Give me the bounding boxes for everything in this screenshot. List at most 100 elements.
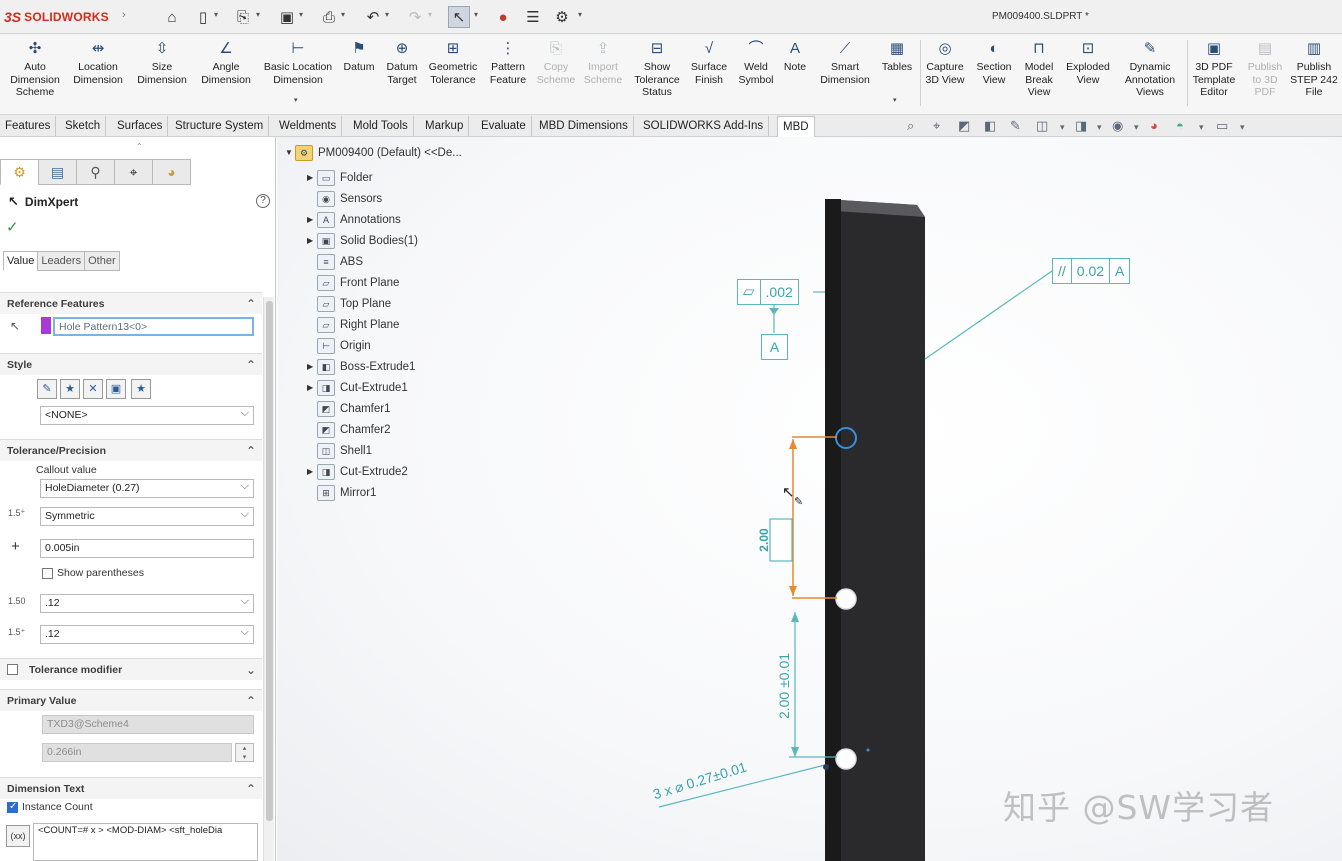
dimension-text-editor[interactable]: <COUNT=# x > <MOD-DIAM> <sft_holeDia bbox=[33, 823, 258, 861]
collapse-chevron-icon[interactable]: ⌃ bbox=[246, 440, 256, 462]
ok-check-button[interactable]: ✓ bbox=[6, 218, 19, 236]
tab-other[interactable]: Other bbox=[84, 251, 120, 271]
zoom-to-fit-icon[interactable]: ⌕ bbox=[907, 118, 914, 134]
dimension-text-header[interactable]: Dimension Text ⌃ bbox=[0, 777, 262, 799]
open-icon[interactable]: ⎘ bbox=[232, 6, 254, 28]
menu-expand-icon[interactable]: › bbox=[122, 9, 126, 21]
file-properties-icon[interactable]: ☰ bbox=[522, 6, 544, 28]
plus-tolerance-input[interactable]: 0.005in bbox=[40, 539, 254, 558]
tolerance-modifier-header[interactable]: Tolerance modifier ⌄ bbox=[0, 658, 262, 680]
tab-features[interactable]: Features bbox=[0, 116, 57, 136]
expand-chevron-icon[interactable]: ⌄ bbox=[246, 659, 256, 681]
undo-icon[interactable]: ↶ bbox=[362, 6, 384, 28]
primary-value-header[interactable]: Primary Value ⌃ bbox=[0, 689, 262, 711]
configuration-manager-tab[interactable]: ⚲ bbox=[76, 159, 115, 185]
collapse-chevron-icon[interactable]: ⌃ bbox=[246, 354, 256, 376]
redo-dropdown-icon[interactable]: ▾ bbox=[428, 10, 432, 19]
ribbon-button-auto-dimension[interactable]: ✣ Auto Dimension Scheme bbox=[0, 38, 70, 99]
zoom-to-area-icon[interactable]: ⌖ bbox=[933, 118, 940, 134]
ribbon-dropdown-icon[interactable]: ▾ bbox=[893, 96, 897, 104]
view-orientation-icon[interactable]: ◫ bbox=[1036, 118, 1048, 134]
tab-weldments[interactable]: Weldments bbox=[274, 116, 343, 136]
display-style-icon[interactable]: ◨ bbox=[1075, 118, 1087, 134]
open-dropdown-icon[interactable]: ▾ bbox=[256, 10, 260, 19]
flatness-control-frame[interactable]: ▱ .002 bbox=[737, 279, 799, 305]
new-dropdown-icon[interactable]: ▾ bbox=[214, 10, 218, 19]
tab-mbd[interactable]: MBD bbox=[777, 116, 815, 137]
appearance-icon[interactable]: ◕ bbox=[1150, 118, 1158, 133]
tab-value[interactable]: Value bbox=[3, 251, 39, 271]
tolerance-type-select[interactable]: Symmetric bbox=[40, 506, 254, 526]
ribbon-button-dynamic-annotation[interactable]: ✎ Dynamic Annotation Views bbox=[1115, 38, 1185, 99]
help-icon[interactable]: ? bbox=[256, 194, 270, 208]
home-icon[interactable]: ⌂ bbox=[161, 6, 183, 28]
datum-a-feature[interactable]: A bbox=[761, 334, 788, 360]
ribbon-button-location-dimension[interactable]: ⇹ Location Dimension bbox=[63, 38, 133, 86]
tolerance-precision-header[interactable]: Tolerance/Precision ⌃ bbox=[0, 439, 262, 461]
new-document-icon[interactable]: ▯ bbox=[192, 6, 214, 28]
collapse-chevron-icon[interactable]: ⌃ bbox=[246, 778, 256, 800]
reference-features-list[interactable]: Hole Pattern13<0> bbox=[53, 317, 254, 336]
select-dropdown-icon[interactable]: ▾ bbox=[474, 10, 478, 19]
dimxpert-origin-tab[interactable]: ⌖ bbox=[114, 159, 153, 185]
print-dropdown-icon[interactable]: ▾ bbox=[341, 10, 345, 19]
tab-surfaces[interactable]: Surfaces bbox=[112, 116, 169, 136]
view-settings-dropdown-icon[interactable]: ▾ bbox=[1240, 122, 1245, 133]
add-parameter-icon[interactable]: (xx) bbox=[6, 825, 30, 847]
solidworks-logo[interactable]: 3S SOLIDWORKS bbox=[4, 8, 109, 26]
dimxpert-manager-tab[interactable]: ⚙ bbox=[0, 159, 39, 185]
property-manager-tab[interactable]: ▤ bbox=[38, 159, 77, 185]
display-manager-tab[interactable]: ◕ bbox=[152, 159, 191, 185]
primary-value-input[interactable]: 0.266in bbox=[42, 743, 232, 762]
hide-show-dropdown-icon[interactable]: ▾ bbox=[1134, 122, 1139, 133]
active-dim-text[interactable]: 2.00 bbox=[757, 500, 773, 580]
ribbon-button-publish-step[interactable]: ▥ Publish STEP 242 File bbox=[1279, 38, 1342, 99]
options-gear-icon[interactable]: ⚙ bbox=[551, 6, 573, 28]
delete-style-icon[interactable]: ✕ bbox=[83, 379, 103, 399]
view-orientation-dropdown-icon[interactable]: ▾ bbox=[1060, 122, 1065, 133]
view-settings-icon[interactable]: ▭ bbox=[1216, 118, 1228, 134]
value-spinner[interactable]: ▴ ▾ bbox=[235, 743, 254, 762]
tolerance-precision-select[interactable]: .12 bbox=[40, 624, 254, 644]
ribbon-button-exploded-view[interactable]: ⊡ Exploded View bbox=[1053, 38, 1123, 86]
save-icon[interactable]: ▣ bbox=[276, 6, 298, 28]
tab-mold-tools[interactable]: Mold Tools bbox=[348, 116, 414, 136]
ribbon-button-size-dimension[interactable]: ⇳ Size Dimension bbox=[127, 38, 197, 86]
select-cursor-icon[interactable]: ↖ bbox=[448, 6, 470, 28]
section-view-hud-icon[interactable]: ◧ bbox=[984, 118, 996, 134]
reference-features-header[interactable]: Reference Features ⌃ bbox=[0, 292, 262, 314]
tab-solidworks-add-ins[interactable]: SOLIDWORKS Add-Ins bbox=[638, 116, 770, 136]
collapse-chevron-icon[interactable]: ⌃ bbox=[246, 293, 256, 315]
redo-icon[interactable]: ↷ bbox=[404, 6, 426, 28]
scene-dropdown-icon[interactable]: ▾ bbox=[1199, 122, 1204, 133]
load-style-icon[interactable]: ★ bbox=[131, 379, 151, 399]
instance-count-checkbox[interactable] bbox=[7, 801, 18, 813]
scene-icon[interactable]: ◓ bbox=[1176, 118, 1184, 133]
tolerance-modifier-checkbox[interactable] bbox=[7, 664, 18, 675]
previous-view-icon[interactable]: ◩ bbox=[958, 118, 970, 134]
scrollbar-thumb[interactable] bbox=[266, 301, 273, 821]
active-dim-text-box[interactable] bbox=[769, 518, 793, 562]
panel-grip-icon[interactable]: ⌃ bbox=[136, 142, 143, 151]
tab-leaders[interactable]: Leaders bbox=[37, 251, 86, 271]
ribbon-button-angle-dimension[interactable]: ∠ Angle Dimension bbox=[191, 38, 261, 86]
undo-dropdown-icon[interactable]: ▾ bbox=[385, 10, 389, 19]
style-header[interactable]: Style ⌃ bbox=[0, 353, 262, 375]
primary-precision-select[interactable]: .12 bbox=[40, 593, 254, 613]
print-icon[interactable]: ⎙ bbox=[318, 6, 340, 28]
tab-structure-system[interactable]: Structure System bbox=[170, 116, 270, 136]
style-select[interactable]: <NONE> bbox=[40, 405, 254, 425]
panel-scrollbar[interactable] bbox=[263, 297, 274, 861]
hole-2[interactable] bbox=[835, 588, 857, 610]
graphics-area[interactable]: ▼ ⚙ PM009400 (Default) <<De... ▶ ▭ Folder ◉ Sen… bbox=[277, 137, 1342, 861]
callout-value-select[interactable]: HoleDiameter (0.27) bbox=[40, 478, 254, 498]
display-style-dropdown-icon[interactable]: ▾ bbox=[1097, 122, 1102, 133]
apply-style-icon[interactable]: ✎ bbox=[37, 379, 57, 399]
parallelism-control-frame[interactable]: // 0.02 A bbox=[1052, 258, 1131, 284]
hide-show-items-icon[interactable]: ◉ bbox=[1112, 118, 1123, 134]
collapse-chevron-icon[interactable]: ⌃ bbox=[246, 690, 256, 712]
save-dropdown-icon[interactable]: ▾ bbox=[299, 10, 303, 19]
ribbon-button-basic-location[interactable]: ⊢ Basic Location Dimension bbox=[263, 38, 333, 86]
save-style-icon[interactable]: ▣ bbox=[106, 379, 126, 399]
dynamic-annotation-hud-icon[interactable]: ✎ bbox=[1010, 118, 1021, 134]
